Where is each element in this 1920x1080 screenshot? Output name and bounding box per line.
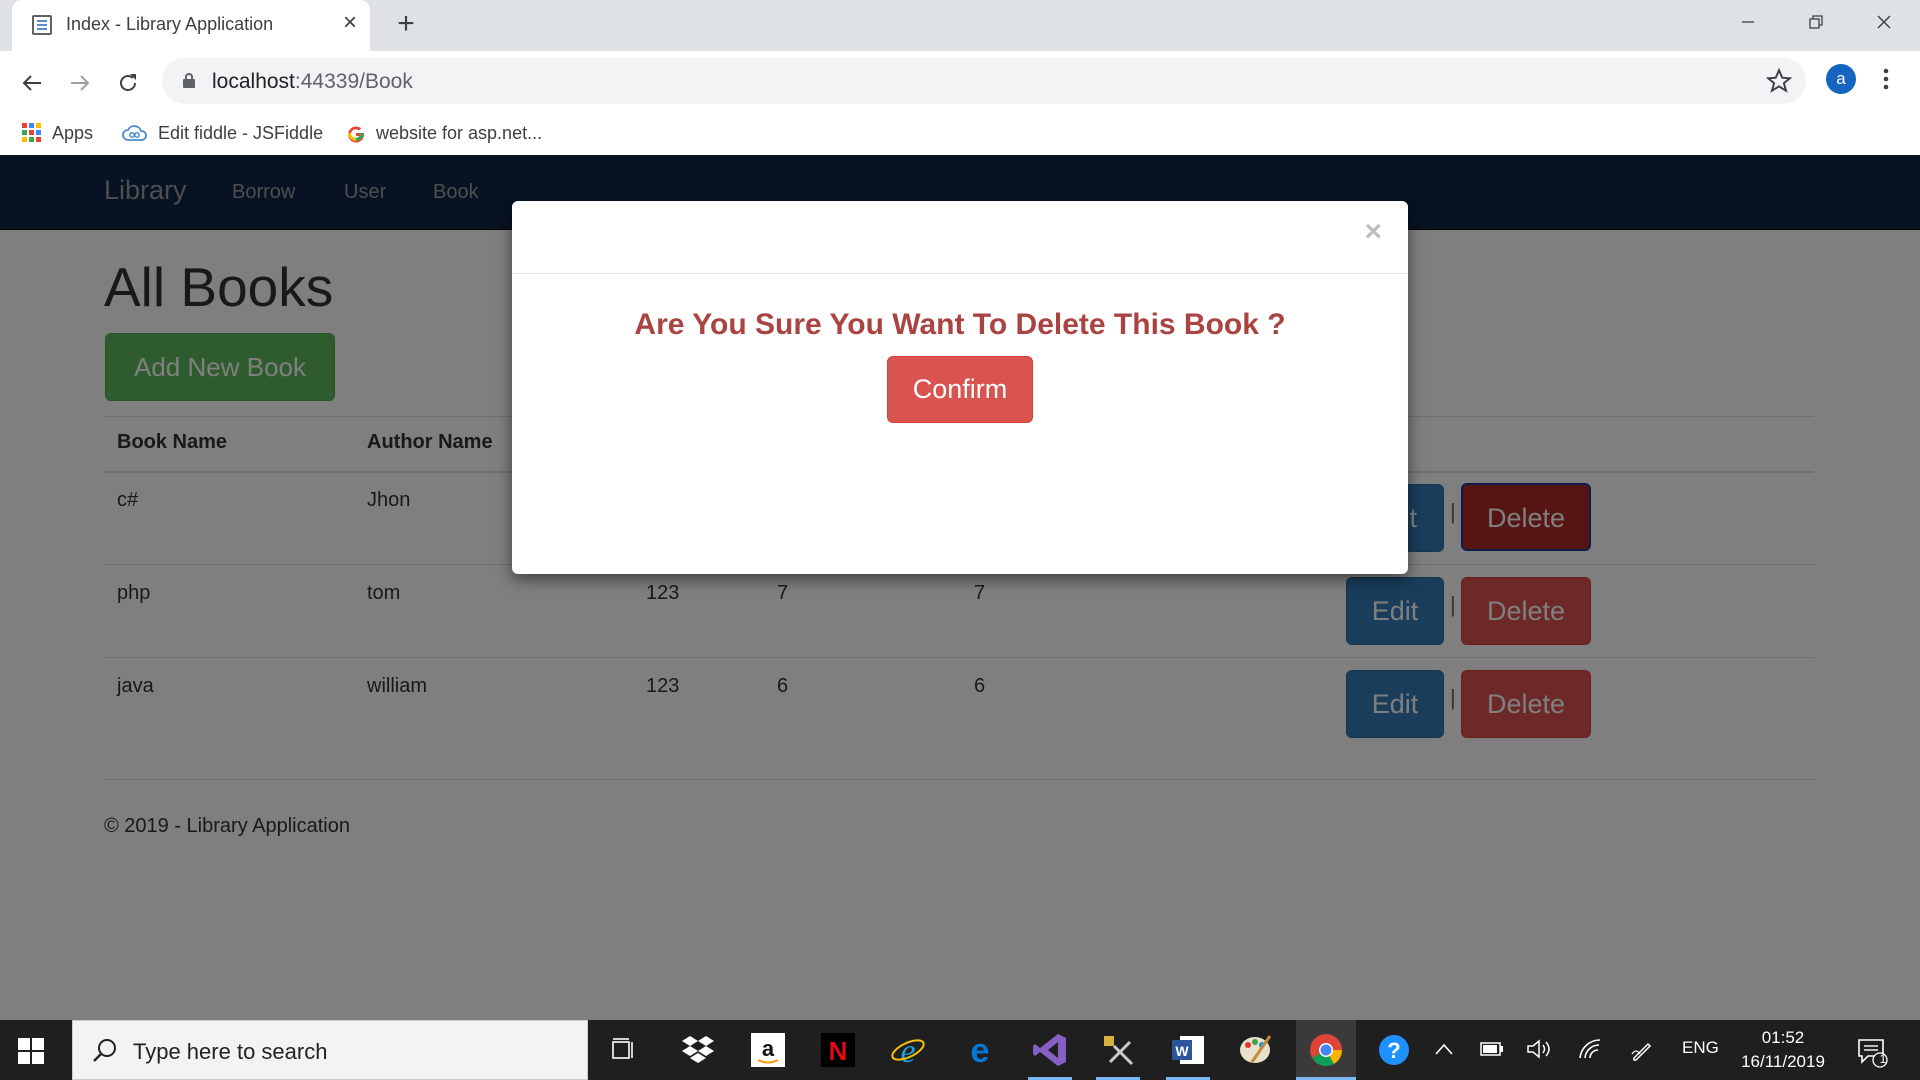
edge-app[interactable]: e <box>960 1030 1000 1070</box>
clock[interactable]: 01:52 16/11/2019 <box>1728 1026 1838 1074</box>
dropbox-icon <box>682 1036 714 1063</box>
cloud-icon <box>122 124 148 142</box>
tab-title: Index - Library Application <box>66 14 274 34</box>
search-icon <box>93 1039 116 1062</box>
visual-studio-app[interactable] <box>1028 1030 1072 1080</box>
bookmarks-bar: Apps Edit fiddle - JSFiddle website for … <box>0 113 1920 153</box>
tools-icon <box>1104 1036 1134 1066</box>
chevron-up-icon[interactable] <box>1434 1042 1454 1056</box>
tab-strip: Index - Library Application × + <box>0 0 1920 51</box>
amazon-app[interactable]: a <box>748 1030 788 1070</box>
google-icon <box>346 123 366 143</box>
page-icon <box>32 15 52 35</box>
volume-icon[interactable] <box>1526 1038 1552 1060</box>
minimize-icon <box>1742 21 1754 23</box>
address-bar[interactable]: localhost:44339/Book <box>162 58 1806 104</box>
bookmark-label: Edit fiddle - JSFiddle <box>158 122 324 143</box>
paint-app[interactable] <box>1236 1030 1276 1070</box>
windows-start-icon[interactable] <box>18 1038 44 1064</box>
lock-icon <box>183 73 195 88</box>
confirm-button[interactable]: Confirm <box>887 356 1033 423</box>
apps-grid-icon <box>22 123 42 143</box>
url-path: :44339/Book <box>294 70 413 93</box>
task-view-icon <box>612 1038 633 1059</box>
arrow-left-icon <box>22 75 41 91</box>
browser-tab[interactable]: Index - Library Application × <box>12 0 370 51</box>
netflix-app[interactable]: N <box>818 1030 858 1070</box>
word-app[interactable]: W <box>1166 1030 1210 1080</box>
word-icon: W <box>1172 1036 1204 1064</box>
chrome-app-active[interactable] <box>1296 1020 1356 1080</box>
more-vert-icon[interactable] <box>1874 63 1898 95</box>
forward-button[interactable] <box>60 63 100 103</box>
clock-time: 01:52 <box>1761 1028 1805 1047</box>
delete-confirm-modal: × Are You Sure You Want To Delete This B… <box>512 201 1408 574</box>
visual-studio-icon <box>1033 1034 1066 1066</box>
restore-button[interactable] <box>1782 0 1850 44</box>
taskbar-search-box[interactable]: Type here to search <box>72 1020 588 1080</box>
battery-icon[interactable] <box>1480 1040 1504 1058</box>
notification-count: 1 <box>1879 1052 1887 1066</box>
close-icon <box>1877 15 1891 29</box>
svg-text:W: W <box>1175 1043 1189 1059</box>
new-tab-button[interactable]: + <box>390 8 422 40</box>
amazon-icon: a <box>751 1033 785 1067</box>
svg-text:?: ? <box>1387 1038 1400 1063</box>
modal-message: Are You Sure You Want To Delete This Boo… <box>634 308 1286 341</box>
taskbar: Type here to search a N e e W ? ENG 01:5… <box>0 1020 1920 1080</box>
tools-app[interactable] <box>1096 1030 1140 1080</box>
modal-header: × <box>512 201 1408 274</box>
bookmark-google[interactable]: website for asp.net... <box>346 121 542 145</box>
help-app[interactable]: ? <box>1374 1030 1414 1070</box>
bookmark-label: Apps <box>52 122 94 143</box>
dropbox-app[interactable] <box>678 1030 718 1070</box>
star-icon[interactable] <box>1766 68 1792 94</box>
help-icon: ? <box>1379 1035 1409 1065</box>
restore-icon <box>1809 15 1823 29</box>
svg-text:e: e <box>971 1033 990 1067</box>
search-placeholder: Type here to search <box>133 1039 328 1064</box>
minimize-button[interactable] <box>1714 0 1782 44</box>
chrome-icon <box>1310 1034 1342 1067</box>
bookmark-jsfiddle[interactable]: Edit fiddle - JSFiddle <box>122 121 323 145</box>
close-window-button[interactable] <box>1850 0 1918 44</box>
netflix-icon: N <box>821 1033 855 1067</box>
arrow-right-icon <box>71 75 90 91</box>
pen-icon[interactable] <box>1630 1038 1654 1062</box>
svg-text:a: a <box>762 1036 775 1061</box>
svg-text:e: e <box>900 1033 915 1068</box>
bookmark-label: website for asp.net... <box>376 122 543 143</box>
bookmark-apps[interactable]: Apps <box>22 121 93 145</box>
clock-date: 16/11/2019 <box>1741 1052 1825 1071</box>
internet-explorer-app[interactable]: e <box>888 1030 928 1070</box>
internet-explorer-icon: e <box>891 1033 925 1068</box>
reload-button[interactable] <box>108 63 148 103</box>
paint-palette-icon <box>1240 1035 1272 1063</box>
task-view-button[interactable] <box>604 1030 644 1070</box>
modal-close-icon[interactable]: × <box>1364 215 1382 249</box>
close-tab-icon[interactable]: × <box>337 10 363 36</box>
wifi-icon[interactable] <box>1578 1038 1604 1060</box>
edge-icon: e <box>971 1033 990 1067</box>
url-host: localhost <box>212 70 295 93</box>
url-text: localhost:44339/Book <box>212 70 413 94</box>
language-indicator[interactable]: ENG <box>1682 1038 1719 1058</box>
svg-text:N: N <box>829 1036 848 1066</box>
browser-toolbar: localhost:44339/Book a Apps Edit fiddle … <box>0 51 1920 155</box>
back-button[interactable] <box>12 63 52 103</box>
action-center-button[interactable]: 1 <box>1856 1036 1888 1068</box>
profile-avatar[interactable]: a <box>1826 64 1856 94</box>
reload-icon <box>120 74 136 91</box>
